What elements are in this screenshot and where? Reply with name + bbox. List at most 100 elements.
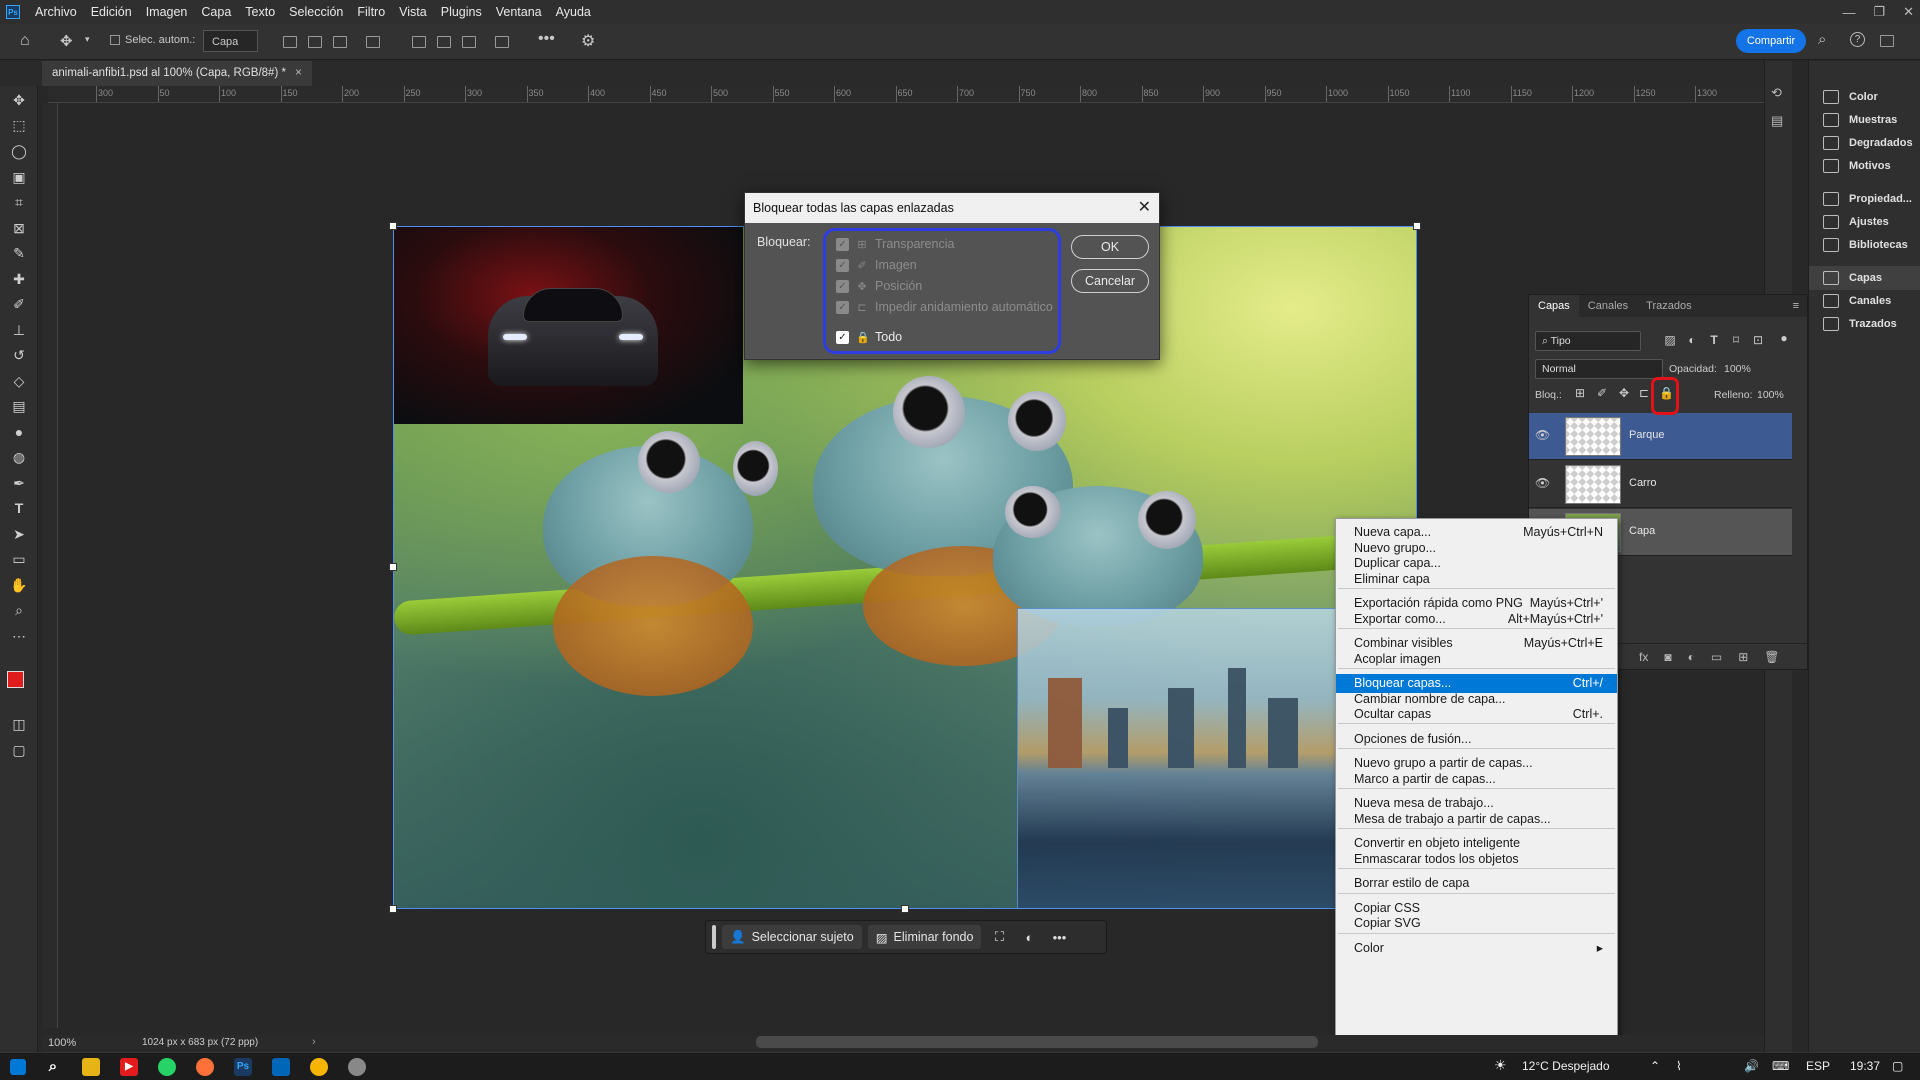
- filter-adjustment-icon[interactable]: ◐: [1685, 333, 1699, 347]
- dialog-titlebar[interactable]: Bloquear todas las capas enlazadas ✕: [745, 193, 1159, 223]
- menu-item[interactable]: Mesa de trabajo a partir de capas...: [1336, 810, 1617, 829]
- menu-item[interactable]: Ocultar capas Ctrl+.: [1336, 705, 1617, 724]
- history-icon[interactable]: ⟲: [1771, 85, 1782, 101]
- tab-trazados[interactable]: Trazados: [1637, 295, 1700, 317]
- menu-item[interactable]: Marco a partir de capas...: [1336, 770, 1617, 789]
- blend-mode-select[interactable]: Normal: [1535, 359, 1663, 379]
- dock-item-layers[interactable]: Capas: [1809, 266, 1920, 290]
- home-icon[interactable]: ⌂: [20, 32, 30, 50]
- filter-shape-icon[interactable]: ⌑: [1729, 333, 1743, 347]
- workspace-icon[interactable]: [1880, 35, 1894, 47]
- lock-image-icon[interactable]: ✐: [1595, 386, 1609, 400]
- object-select-icon[interactable]: ▣: [9, 167, 29, 187]
- menu-item[interactable]: Exportar como... Alt+Mayús+Ctrl+': [1336, 610, 1617, 629]
- search-icon[interactable]: ⌕: [44, 1058, 62, 1076]
- help-icon[interactable]: ?: [1850, 32, 1865, 47]
- quick-mask-icon[interactable]: ◫: [9, 714, 29, 734]
- youtube-icon[interactable]: ▶: [120, 1058, 138, 1076]
- lock-all-option[interactable]: ✓ 🔒 Todo: [836, 330, 902, 344]
- adjustment-layer-icon[interactable]: ◐: [1688, 650, 1695, 664]
- more-tools-icon[interactable]: ⋯: [9, 626, 29, 646]
- new-layer-icon[interactable]: ⊞: [1738, 650, 1748, 664]
- mask-icon[interactable]: ◙: [1664, 650, 1671, 664]
- weather-icon[interactable]: ☀: [1494, 1057, 1507, 1074]
- lasso-icon[interactable]: ◯: [9, 141, 29, 161]
- menu-item[interactable]: Color ▸: [1336, 939, 1617, 958]
- filter-smart-icon[interactable]: ⊡: [1751, 333, 1765, 347]
- screen-mode-icon[interactable]: ▢: [9, 740, 29, 760]
- more-options-icon[interactable]: •••: [1047, 930, 1071, 945]
- layer-name[interactable]: Carro: [1629, 477, 1657, 489]
- dock-item-pattern[interactable]: Motivos: [1809, 154, 1920, 178]
- distribute-vertical-icon[interactable]: [495, 36, 509, 48]
- menu-ventana[interactable]: Ventana: [489, 0, 549, 24]
- blur-icon[interactable]: ●: [9, 422, 29, 442]
- minimize-icon[interactable]: —: [1842, 5, 1855, 20]
- dock-item-swatches[interactable]: Muestras: [1809, 108, 1920, 132]
- dock-item-color[interactable]: Color: [1809, 85, 1920, 109]
- select-subject-button[interactable]: 👤 Seleccionar sujeto: [722, 925, 862, 949]
- menu-item[interactable]: Enmascarar todos los objetos: [1336, 850, 1617, 869]
- eraser-icon[interactable]: ◇: [9, 371, 29, 391]
- filter-type-icon[interactable]: T: [1707, 333, 1721, 347]
- menu-seleccion[interactable]: Selección: [282, 0, 350, 24]
- notifications-icon[interactable]: ▢: [1892, 1059, 1903, 1073]
- clone-stamp-icon[interactable]: ⊥: [9, 320, 29, 340]
- crop-icon[interactable]: ⌗: [9, 192, 29, 212]
- more-options-icon[interactable]: •••: [538, 30, 555, 48]
- menu-item[interactable]: Opciones de fusión...: [1336, 730, 1617, 749]
- layer-row-carro[interactable]: 👁 Carro: [1529, 461, 1792, 508]
- eyedropper-icon[interactable]: ✎: [9, 243, 29, 263]
- distribute-icon[interactable]: [366, 36, 380, 48]
- chrome-icon[interactable]: [310, 1058, 328, 1076]
- dock-item-paths[interactable]: Trazados: [1809, 312, 1920, 336]
- ok-button[interactable]: OK: [1071, 235, 1149, 259]
- align-top-icon[interactable]: [412, 36, 426, 48]
- lock-transparency-icon[interactable]: ⊞: [1573, 386, 1587, 400]
- windows-start-icon[interactable]: [10, 1059, 26, 1075]
- hand-icon[interactable]: ✋: [9, 575, 29, 595]
- tab-canales[interactable]: Canales: [1579, 295, 1637, 317]
- menu-plugins[interactable]: Plugins: [434, 0, 489, 24]
- gear-icon[interactable]: ⚙: [581, 31, 595, 51]
- file-explorer-icon[interactable]: [82, 1058, 100, 1076]
- menu-vista[interactable]: Vista: [392, 0, 434, 24]
- auto-select-checkbox[interactable]: [110, 35, 120, 45]
- menu-item[interactable]: Acoplar imagen: [1336, 650, 1617, 669]
- dock-item-libraries[interactable]: Bibliotecas: [1809, 233, 1920, 257]
- close-tab-icon[interactable]: ×: [295, 67, 302, 79]
- menu-archivo[interactable]: Archivo: [28, 0, 84, 24]
- rectangle-icon[interactable]: ▭: [9, 549, 29, 569]
- chevron-down-icon[interactable]: ▾: [85, 34, 90, 45]
- menu-item[interactable]: Borrar estilo de capa: [1336, 874, 1617, 893]
- visibility-eye-icon[interactable]: 👁: [1535, 476, 1550, 490]
- app-icon[interactable]: [348, 1058, 366, 1076]
- layer-row-parque[interactable]: 👁 Parque: [1529, 413, 1792, 460]
- move-tool-icon[interactable]: ✥: [60, 32, 73, 50]
- dock-item-channels[interactable]: Canales: [1809, 289, 1920, 313]
- align-middle-icon[interactable]: [437, 36, 451, 48]
- close-icon[interactable]: ✕: [1138, 193, 1151, 223]
- menu-item[interactable]: Eliminar capa: [1336, 570, 1617, 589]
- clock[interactable]: 19:37: [1850, 1059, 1880, 1073]
- fill-value[interactable]: 100%: [1757, 389, 1784, 401]
- marquee-icon[interactable]: ⬚: [9, 115, 29, 135]
- pen-icon[interactable]: ✒: [9, 473, 29, 493]
- align-left-icon[interactable]: [283, 36, 297, 48]
- zoom-level[interactable]: 100%: [48, 1037, 76, 1049]
- history-brush-icon[interactable]: ↺: [9, 345, 29, 365]
- keyboard-icon[interactable]: ⌨: [1772, 1059, 1789, 1073]
- layer-name[interactable]: Parque: [1629, 429, 1664, 441]
- dock-item-adjustments[interactable]: Ajustes: [1809, 210, 1920, 234]
- lock-artboard-icon[interactable]: ⊏: [1637, 386, 1651, 400]
- healing-brush-icon[interactable]: ✚: [9, 269, 29, 289]
- panel-menu-icon[interactable]: ≡: [1793, 300, 1807, 312]
- brush-icon[interactable]: ✐: [9, 294, 29, 314]
- checkbox[interactable]: ✓: [836, 330, 849, 344]
- dock-item-gradient[interactable]: Degradados: [1809, 131, 1920, 155]
- trash-icon[interactable]: 🗑: [1764, 650, 1779, 664]
- vscode-icon[interactable]: [272, 1058, 290, 1076]
- cancel-button[interactable]: Cancelar: [1071, 269, 1149, 293]
- language-indicator[interactable]: ESP: [1806, 1059, 1830, 1073]
- filter-toggle-icon[interactable]: ●: [1777, 331, 1791, 345]
